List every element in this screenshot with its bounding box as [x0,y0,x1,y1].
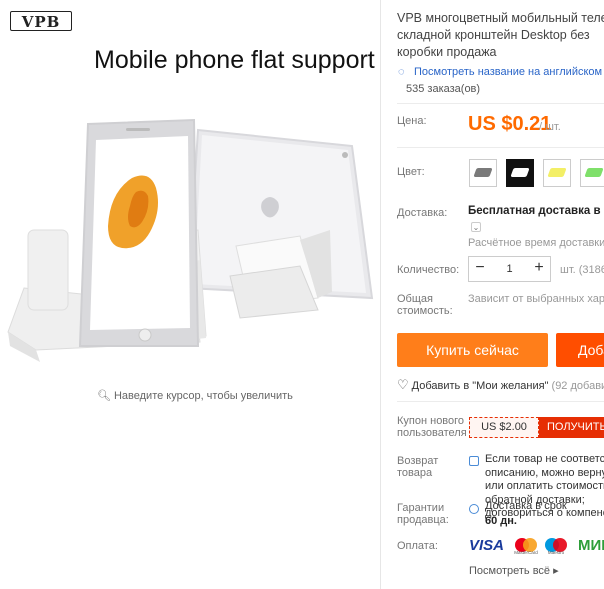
payment-label: Оплата: [397,540,438,552]
mir-logo: МИР [578,537,604,554]
product-photo [7,118,374,362]
add-to-cart-button[interactable]: Добавить в корзину [556,333,604,367]
orders-count: 535 заказа(ов) [406,83,481,95]
returns-label: Возврат товара [397,455,439,479]
coupon-amount: US $2.00 [469,417,539,438]
quantity-available: шт. (3186 доступно) [560,264,604,276]
color-swatch-gray[interactable] [469,159,497,187]
color-label: Цвет: [397,166,425,178]
phone-illustration [7,118,207,362]
product-info-panel: VPB многоцветный мобильный телефон склад… [380,0,604,589]
quantity-plus-button[interactable]: + [528,257,550,281]
price-label: Цена: [397,115,427,127]
price-unit: / шт. [539,121,561,133]
image-banner-text: Mobile phone flat support [94,46,375,74]
product-title: VPB многоцветный мобильный телефон склад… [397,11,604,59]
shipping-label: Доставка: [397,207,448,219]
buy-now-button[interactable]: Купить сейчас [397,333,548,367]
divider [397,147,604,148]
guarantee-days: 60 дн. [485,515,517,527]
clock-icon [469,504,479,514]
chevron-down-icon[interactable]: ⌄ [471,222,481,232]
divider [397,401,604,402]
panel-divider [380,0,381,589]
see-all-payments-link[interactable]: Посмотреть всё ▸ [469,564,559,577]
translate-icon: ◌ [398,66,405,78]
stand-gray-icon [473,168,493,177]
shipping-value: Бесплатная доставка в Russian Federation [468,205,604,217]
stand-white-icon [510,168,530,177]
brand-logo: VPB [10,11,72,31]
stand-yellow-icon [547,168,567,177]
guarantee-text: Доставка в срок [485,500,567,512]
tablet-illustration [186,128,374,319]
color-swatch-green[interactable] [580,159,604,187]
magnifier-icon: 🔍︎ [97,390,111,402]
zoom-hint: 🔍︎ Наведите курсор, чтобы увеличить [97,390,293,402]
guarantee-label: Гарантии продавца: [397,502,449,526]
translate-link[interactable]: ◌ Посмотреть название на английском [398,66,602,78]
get-coupon-button[interactable]: ПОЛУЧИТЬ СЕЙЧАС [539,417,604,438]
return-policy-icon [469,456,479,466]
maestro-logo: Maestro [543,536,569,556]
divider [397,103,604,104]
mastercard-logo: MasterCard [513,536,539,556]
delivery-time: Расчётное время доставки: 4 дня [468,237,604,249]
quantity-minus-button[interactable]: − [469,257,491,281]
quantity-label: Количество: [397,264,460,276]
visa-logo: VISA [469,537,505,554]
coupon-label: Купон нового пользователя [397,415,467,439]
color-swatch-yellow[interactable] [543,159,571,187]
wishlist-count: (92 добавили) [551,380,604,392]
add-to-wishlist-link[interactable]: ♡Добавить в "Мои желания" (92 добавили) [397,377,604,393]
total-value: Зависит от выбранных характеристик [468,293,604,305]
total-label: Общая стоимость: [397,293,453,317]
heart-icon: ♡ [397,377,409,392]
quantity-input[interactable]: 1 [491,257,528,281]
color-swatch-black[interactable] [506,159,534,187]
stand-green-icon [584,168,604,177]
quantity-stepper[interactable]: − 1 + [468,256,551,282]
product-image-panel[interactable]: VPB Mobile phone flat support [0,0,378,383]
